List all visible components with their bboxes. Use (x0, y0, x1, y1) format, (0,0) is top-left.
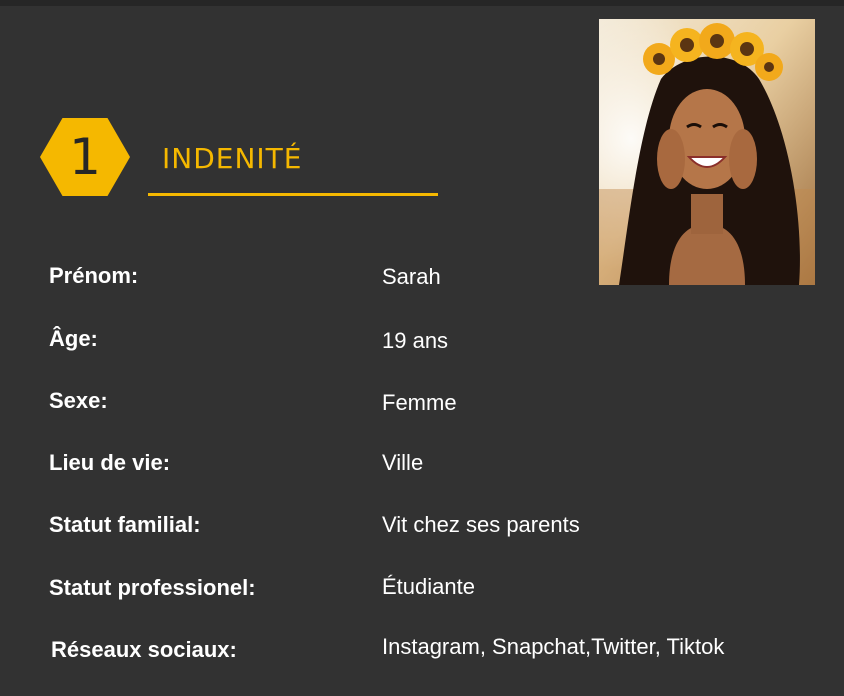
value-reseaux-sociaux: Instagram, Snapchat,Twitter, Tiktok (382, 634, 725, 659)
section-header: 1 INDENITÉ (40, 118, 440, 200)
profile-photo (599, 19, 815, 285)
value-statut-familial: Vit chez ses parents (382, 512, 580, 537)
portrait-photo-icon (599, 19, 815, 285)
label-sexe: Sexe: (49, 388, 108, 413)
label-reseaux-sociaux: Réseaux sociaux: (51, 637, 237, 662)
label-prenom: Prénom: (49, 263, 139, 288)
title-underline (148, 193, 438, 196)
label-statut-familial: Statut familial: (49, 512, 201, 537)
value-sexe: Femme (382, 390, 457, 415)
label-age: Âge: (49, 326, 98, 351)
section-number: 1 (69, 128, 101, 186)
label-statut-professionel: Statut professionel: (49, 575, 256, 600)
value-prenom: Sarah (382, 264, 441, 289)
value-statut-professionel: Étudiante (382, 574, 475, 599)
value-age: 19 ans (382, 328, 449, 353)
section-title: INDENITÉ (162, 142, 303, 175)
value-lieu-de-vie: Ville (382, 450, 424, 475)
top-divider (0, 0, 844, 6)
label-lieu-de-vie: Lieu de vie: (49, 450, 171, 475)
